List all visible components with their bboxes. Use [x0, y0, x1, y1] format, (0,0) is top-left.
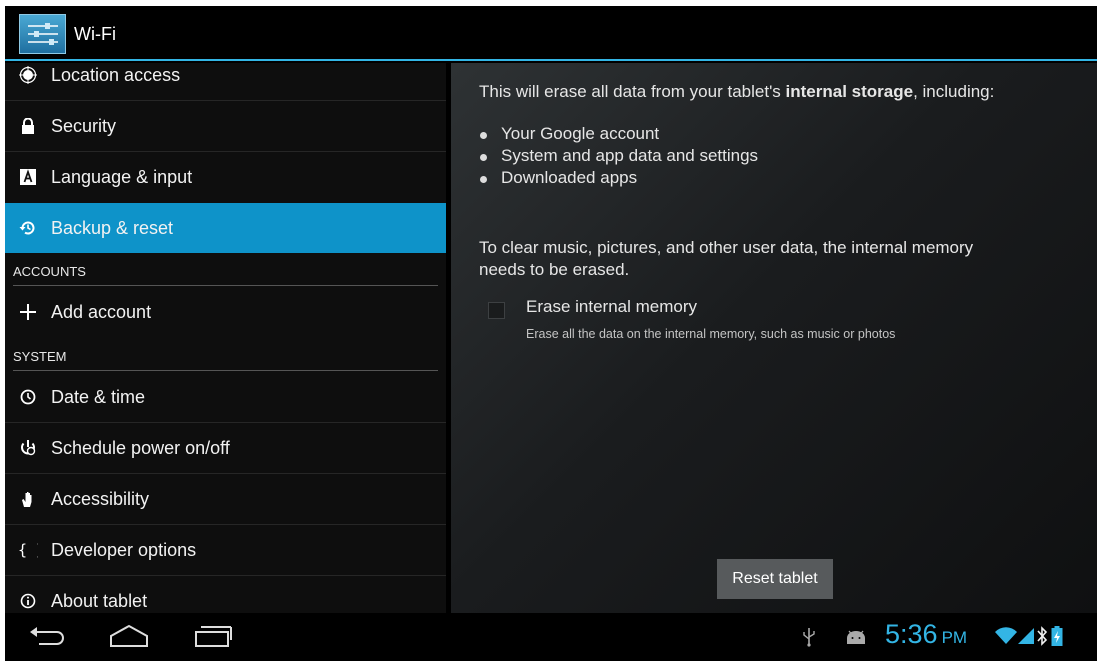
sidebar-item-label: Date & time [51, 386, 146, 407]
action-bar-divider [5, 59, 1097, 61]
sidebar-item-location-access[interactable]: Location access [5, 63, 446, 100]
power-schedule-icon [5, 439, 51, 457]
sidebar-item-add-account[interactable]: Add account [5, 287, 446, 337]
sidebar-item-schedule-power[interactable]: Schedule power on/off [5, 423, 446, 473]
sidebar-item-label: Add account [51, 301, 152, 322]
backup-restore-icon [5, 219, 51, 237]
back-icon[interactable] [27, 623, 67, 654]
sidebar-item-about-tablet[interactable]: About tablet [5, 576, 446, 613]
sidebar-item-backup-reset[interactable]: Backup & reset [5, 203, 446, 253]
sidebar-item-date-time[interactable]: Date & time [5, 372, 446, 422]
page-title: Wi-Fi [74, 24, 116, 44]
settings-list: Location access Security Language & inpu… [5, 63, 446, 613]
sidebar-item-label: Developer options [51, 539, 197, 560]
bullet-item: Your Google account [501, 124, 660, 143]
clear-note-line-2: needs to be erased. [479, 260, 630, 279]
bullet-item: System and app data and settings [501, 146, 759, 165]
clock-time: 5:36 [885, 619, 938, 649]
sidebar-item-accessibility[interactable]: Accessibility [5, 474, 446, 524]
sidebar-item-label: Accessibility [51, 488, 150, 509]
navigation-bar: 5:36 PM [5, 613, 1097, 661]
bullet-dot [480, 176, 487, 183]
sidebar-item-label: Schedule power on/off [51, 437, 230, 458]
bullet-item: Downloaded apps [501, 168, 638, 187]
sidebar-item-label: Language & input [51, 166, 193, 187]
clear-note-line-1: To clear music, pictures, and other user… [479, 238, 974, 257]
usb-icon [802, 627, 816, 652]
signal-icon [1017, 627, 1035, 650]
hand-icon [5, 490, 51, 508]
plus-icon [5, 303, 51, 321]
sidebar-item-language-input[interactable]: Language & input [5, 152, 446, 202]
sidebar-item-label: Security [51, 115, 117, 136]
erase-option-title[interactable]: Erase internal memory [526, 297, 697, 317]
erase-intro-text: This will erase all data from your table… [479, 82, 994, 102]
backup-reset-detail-pane: This will erase all data from your table… [451, 63, 1097, 613]
tablet-screen: Wi-Fi Location access Security Language … [5, 6, 1097, 661]
battery-icon [1051, 626, 1063, 651]
sidebar-item-label: Location access [51, 64, 181, 85]
bullet-dot [480, 132, 487, 139]
status-clock: 5:36 PM [885, 619, 967, 650]
sidebar-item-label: About tablet [51, 590, 148, 611]
wifi-icon [995, 627, 1017, 650]
clock-ampm: PM [941, 628, 968, 647]
sidebar-item-security[interactable]: Security [5, 101, 446, 151]
bluetooth-icon [1036, 626, 1048, 651]
lock-icon [5, 118, 51, 134]
braces-icon: { } [5, 541, 51, 559]
keyboard-a-icon [5, 169, 51, 185]
location-target-icon [5, 66, 51, 84]
action-bar: Wi-Fi [5, 6, 1097, 61]
erase-internal-memory-checkbox[interactable] [488, 302, 505, 319]
android-debug-icon [845, 630, 867, 649]
sidebar-item-label: Backup & reset [51, 217, 174, 238]
svg-text:{ }: { } [18, 541, 38, 559]
erase-option-summary: Erase all the data on the internal memor… [526, 327, 896, 341]
clock-icon [5, 389, 51, 405]
settings-sliders-icon[interactable] [19, 14, 66, 54]
intro-bold: internal storage [785, 82, 914, 101]
reset-tablet-button[interactable]: Reset tablet [717, 559, 833, 599]
system-header: SYSTEM [13, 342, 438, 371]
accounts-header: ACCOUNTS [13, 257, 438, 286]
sidebar-item-developer-options[interactable]: { } Developer options [5, 525, 446, 575]
info-icon [5, 593, 51, 609]
intro-prefix: This will erase all data from your table… [479, 82, 786, 101]
home-icon[interactable] [107, 623, 151, 654]
recent-apps-icon[interactable] [193, 623, 233, 654]
intro-suffix: , including: [913, 82, 995, 101]
bullet-dot [480, 154, 487, 161]
